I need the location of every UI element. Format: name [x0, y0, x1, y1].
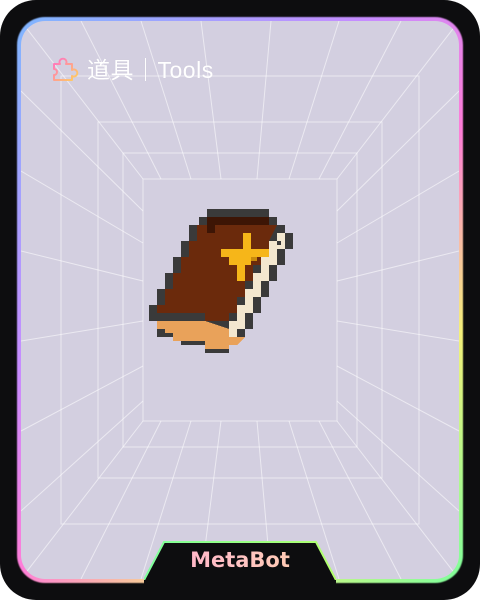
brand-label: MetaBot	[0, 548, 480, 572]
card-header: 道具｜Tools	[49, 51, 214, 85]
pixel-book-icon	[149, 209, 293, 353]
puzzle-piece-icon	[53, 57, 79, 81]
card-screen: 道具｜Tools	[21, 21, 459, 579]
card-title: 道具｜Tools	[87, 57, 214, 83]
